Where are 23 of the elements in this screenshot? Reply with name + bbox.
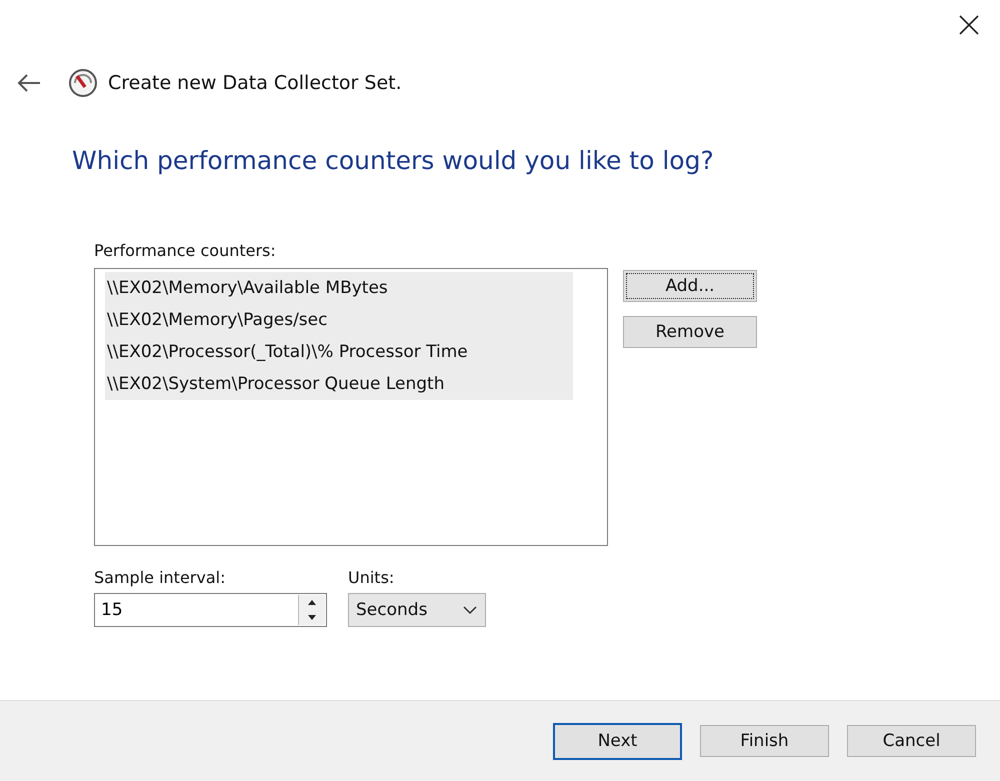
- back-arrow-icon: [16, 73, 42, 93]
- counter-item[interactable]: \\EX02\System\Processor Queue Length: [105, 368, 573, 400]
- counter-item[interactable]: \\EX02\Processor(_Total)\% Processor Time: [105, 336, 573, 368]
- window-title: Create new Data Collector Set.: [108, 72, 402, 94]
- counter-item[interactable]: \\EX02\Memory\Pages/sec: [105, 304, 573, 336]
- counter-item[interactable]: \\EX02\Memory\Available MBytes: [105, 272, 573, 304]
- sample-interval-field[interactable]: 15: [94, 593, 327, 627]
- units-label: Units:: [348, 568, 396, 587]
- counters-label: Performance counters:: [94, 241, 277, 260]
- sample-interval-label: Sample interval:: [94, 568, 226, 587]
- gauge-icon: [68, 68, 98, 98]
- next-button[interactable]: Next: [553, 722, 682, 760]
- remove-button[interactable]: Remove: [623, 316, 757, 348]
- cancel-button[interactable]: Cancel: [847, 725, 976, 757]
- counters-list[interactable]: \\EX02\Memory\Available MBytes \\EX02\Memory\Pages/sec \\EX02\Processor(_Total)\% Processor Time \\EX02\System\Processor Queue Length: [94, 268, 608, 546]
- back-button[interactable]: [16, 73, 42, 93]
- finish-button[interactable]: Finish: [700, 725, 829, 757]
- close-icon: [958, 14, 980, 36]
- chevron-down-icon: [463, 606, 477, 614]
- page-heading: Which performance counters would you like to log?: [72, 146, 715, 175]
- close-button[interactable]: [958, 14, 980, 36]
- add-button[interactable]: Add...: [623, 270, 757, 302]
- units-dropdown[interactable]: Seconds: [348, 593, 486, 627]
